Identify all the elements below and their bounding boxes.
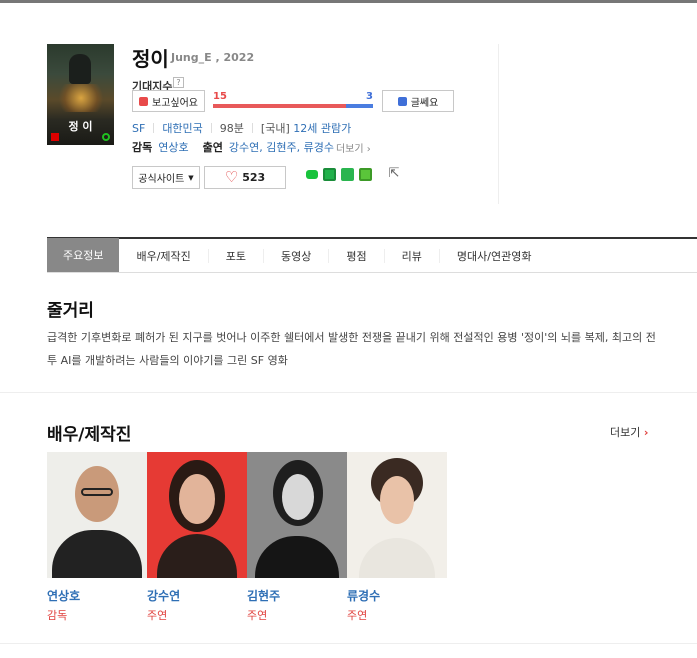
director-link[interactable]: 연상호 [158,139,188,155]
not-sure-button[interactable]: 글쎄요 [382,90,454,112]
help-icon[interactable]: ? [173,77,184,88]
person-photo[interactable] [347,452,447,578]
want-to-see-label: 보고싶어요 [152,97,198,109]
netflix-logo-icon [51,133,59,141]
tab-review[interactable]: 리뷰 [385,248,440,263]
photo-body [359,538,435,578]
person-role: 감독 [47,609,68,622]
credits-line: 감독 연상호 출연 강수연, 김현주, 류경수 더보기 › [132,139,371,155]
section-divider [0,392,697,393]
photo-body [157,534,237,578]
person-role: 주연 [147,609,168,622]
person-name[interactable]: 강수연 [147,587,247,604]
not-sure-label: 글쎄요 [410,97,439,109]
cast-links[interactable]: 강수연, 김현주, 류경수 [229,139,334,155]
person-photo[interactable] [147,452,247,578]
thumbs-down-icon [397,96,407,106]
crew-title: 배우/제작진 [47,425,132,445]
poster-title: 정 이 [68,120,93,133]
official-site-button[interactable]: 공식사이트 ▼ [132,166,200,189]
share-icons: ⇱ [306,167,401,181]
like-count: 523 [242,171,266,184]
like-button[interactable]: ♡ 523 [204,166,286,189]
photo-head [179,474,215,524]
person-role: 주연 [347,609,368,622]
top-border [0,0,697,3]
person-photo[interactable] [47,452,147,578]
rating-link[interactable]: 12세 관람가 [293,120,351,136]
crew-more-link[interactable]: 더보기 › [610,424,648,440]
genre-link[interactable]: SF [132,122,145,135]
photo-head [380,476,414,524]
person-name[interactable]: 연상호 [47,587,147,604]
crew-more-label: 더보기 [610,426,641,439]
rating-prefix: [국내] [260,122,290,135]
share-icon[interactable]: ⇱ [387,167,401,181]
poster-figure [69,54,91,84]
synopsis-text: 급격한 기후변화로 폐허가 된 지구를 벗어나 이주한 쉘터에서 발생한 전쟁을… [47,331,656,367]
tab-bar: 주요정보 배우/제작진 포토 동영상 평점 리뷰 명대사/연관영화 [47,237,697,273]
want-count: 15 [213,91,227,102]
expectation-bar [213,104,373,108]
search-icon[interactable] [102,133,110,141]
tab-video[interactable]: 동영상 [264,248,330,263]
synopsis-title: 줄거리 [47,301,94,321]
section-divider [0,643,697,644]
runtime: 98분 [219,122,244,135]
crew-card[interactable]: 김현주 주연 [247,452,347,623]
vertical-divider [498,44,499,204]
person-name[interactable]: 류경수 [347,587,447,604]
line-share-icon[interactable] [306,169,318,179]
divider [210,123,212,133]
photo-body [52,530,142,578]
want-to-see-button[interactable]: 보고싶어요 [132,90,205,112]
cast-label: 출연 [202,141,223,154]
official-site-label: 공식사이트 [138,174,185,185]
director-label: 감독 [132,141,153,154]
photo-body [255,536,339,578]
thumbs-up-icon [139,96,148,106]
crew-card[interactable]: 연상호 감독 [47,452,147,623]
person-photo[interactable] [247,452,347,578]
expectation-bar-fill [213,104,347,108]
tab-photo[interactable]: 포토 [209,248,265,263]
band-share-icon[interactable] [323,167,336,181]
chevron-down-icon: ▼ [188,173,194,182]
bookmark-share-icon[interactable] [341,167,354,181]
movie-subtitle: Jung_E , 2022 [171,51,255,64]
cast-more-label: 더보기 [335,143,364,155]
cast-more-link[interactable]: 더보기 › [336,140,371,155]
glasses-icon [81,488,113,496]
divider [251,123,253,133]
photo-head [282,474,314,520]
tab-rating[interactable]: 평점 [329,248,385,263]
movie-title: 정이 [132,47,169,71]
poster-glow [55,84,107,112]
chevron-right-icon: › [643,426,649,439]
tab-cast-crew[interactable]: 배우/제작진 [119,248,209,263]
crew-card[interactable]: 류경수 주연 [347,452,447,623]
country-link[interactable]: 대한민국 [162,120,202,136]
person-role: 주연 [247,609,268,622]
nope-count: 3 [366,91,373,102]
memo-share-icon[interactable] [359,167,372,181]
crew-card[interactable]: 강수연 주연 [147,452,247,623]
heart-icon: ♡ [224,168,239,186]
person-name[interactable]: 김현주 [247,587,347,604]
tab-quotes-related[interactable]: 명대사/연관영화 [440,249,549,263]
divider [153,123,155,133]
movie-meta: SF 대한민국 98분 [국내] 12세 관람가 [132,120,351,136]
tab-main-info[interactable]: 주요정보 [47,238,120,272]
movie-poster[interactable]: 정 이 [47,44,114,145]
